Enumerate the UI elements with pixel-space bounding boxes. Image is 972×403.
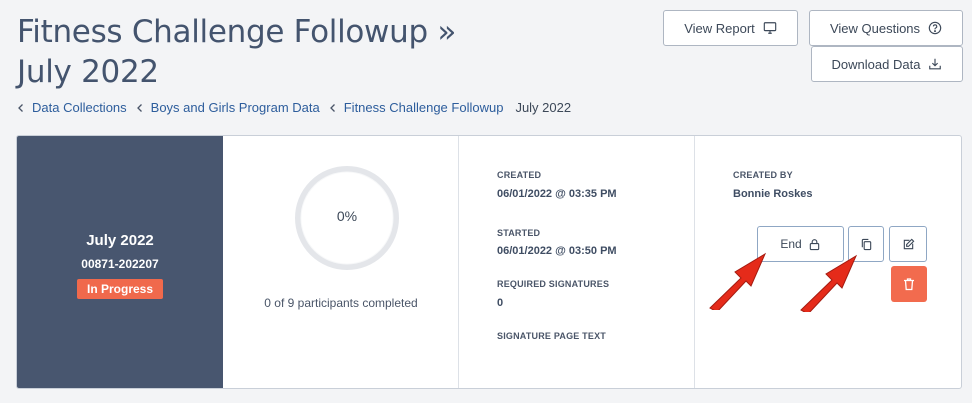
view-questions-button[interactable]: View Questions [809, 10, 963, 46]
annotation-arrow-end [709, 252, 767, 310]
progress-percent: 0% [336, 208, 358, 224]
lock-icon [809, 238, 819, 250]
page-title: Fitness Challenge Followup » July 2022 [17, 14, 457, 90]
view-questions-label: View Questions [829, 20, 921, 36]
created-by-label: CREATED BY [733, 170, 793, 180]
breadcrumb-link[interactable]: Data Collections [32, 100, 127, 115]
end-label: End [780, 237, 802, 251]
view-report-button[interactable]: View Report [663, 10, 798, 46]
created-by-value: Bonnie Roskes [733, 188, 813, 200]
breadcrumb-item-fitness-challenge[interactable]: Fitness Challenge Followup [328, 100, 512, 115]
breadcrumb-link[interactable]: Boys and Girls Program Data [151, 100, 320, 115]
breadcrumb-current: July 2022 [515, 100, 572, 115]
view-report-label: View Report [684, 20, 755, 36]
chevron-left-icon [136, 103, 142, 112]
created-label: CREATED [497, 170, 542, 180]
summary-panel: July 2022 00871-202207 In Progress [17, 136, 223, 388]
status-badge: In Progress [76, 278, 164, 299]
collection-title: July 2022 [86, 231, 154, 249]
required-signatures-value: 0 [497, 297, 504, 309]
trash-icon [904, 278, 914, 291]
collection-code: 00871-202207 [81, 256, 159, 271]
signature-page-text-label: SIGNATURE PAGE TEXT [497, 331, 606, 341]
download-data-button[interactable]: Download Data [811, 46, 963, 82]
chevron-left-icon [18, 103, 23, 112]
progress-panel: 0% 0 of 9 participants completed [223, 136, 459, 388]
started-label: STARTED [497, 228, 541, 238]
chevron-left-icon [329, 103, 335, 112]
copy-icon [861, 238, 871, 250]
breadcrumb-item-program-data[interactable]: Boys and Girls Program Data [135, 100, 328, 115]
breadcrumb-link[interactable]: Fitness Challenge Followup [344, 100, 504, 115]
required-signatures-label: REQUIRED SIGNATURES [497, 279, 610, 289]
edit-button[interactable] [889, 226, 927, 262]
meta-panel: CREATED 06/01/2022 @ 03:35 PM STARTED 06… [459, 136, 695, 388]
breadcrumb: Data Collections Boys and Girls Program … [16, 100, 571, 115]
edit-icon [903, 238, 914, 249]
download-data-label: Download Data [831, 56, 921, 72]
annotation-arrow-copy [800, 254, 858, 312]
delete-button[interactable] [891, 266, 927, 302]
question-circle-icon [928, 21, 942, 35]
download-icon [929, 58, 942, 70]
monitor-icon [763, 22, 777, 34]
started-value: 06/01/2022 @ 03:50 PM [497, 245, 617, 257]
created-value: 06/01/2022 @ 03:35 PM [497, 188, 617, 200]
breadcrumb-item-data-collections[interactable]: Data Collections [16, 100, 135, 115]
progress-caption: 0 of 9 participants completed [264, 296, 418, 310]
